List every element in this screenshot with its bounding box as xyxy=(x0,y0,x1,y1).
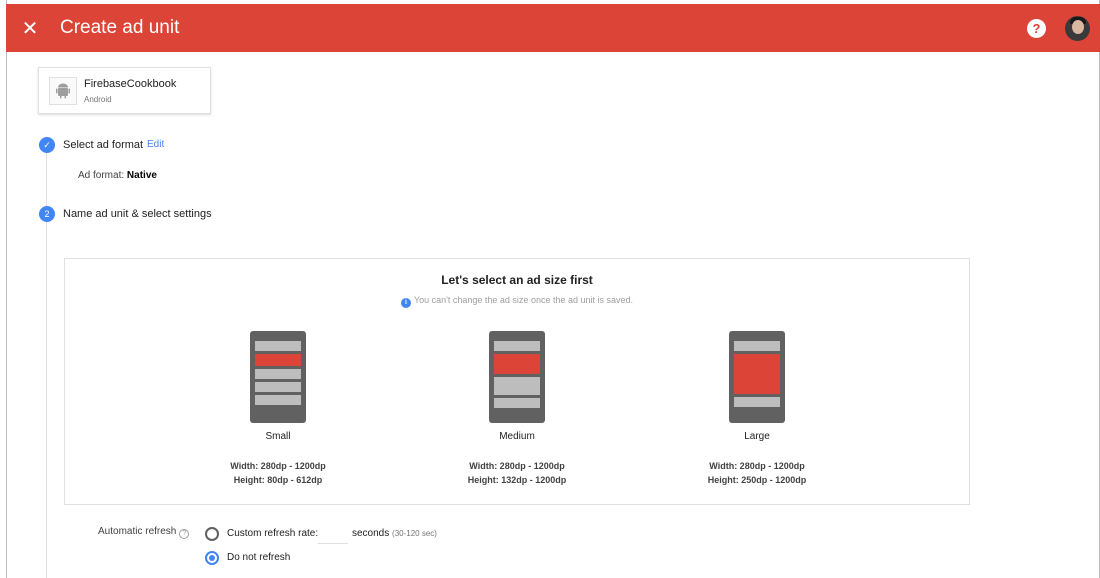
page-title: Create ad unit xyxy=(60,17,180,38)
step-complete-check-icon: ✓ xyxy=(39,137,55,153)
edit-format-link[interactable]: Edit xyxy=(147,139,164,150)
avatar-face xyxy=(1072,20,1084,34)
do-not-refresh-label: Do not refresh xyxy=(227,552,291,563)
app-card: FirebaseCookbook Android xyxy=(38,67,211,114)
automatic-refresh-text: Automatic refresh xyxy=(98,526,177,537)
option-label: Medium xyxy=(499,431,535,442)
option-dimensions: Width: 280dp - 1200dp Height: 80dp - 612… xyxy=(198,459,358,487)
content-block xyxy=(255,395,301,405)
option-label: Small xyxy=(265,431,291,442)
option-dimensions: Width: 280dp - 1200dp Height: 250dp - 12… xyxy=(677,459,837,487)
content-block xyxy=(734,397,780,407)
app-name: FirebaseCookbook xyxy=(84,78,177,90)
option-width: Width: 280dp - 1200dp xyxy=(230,461,326,471)
small-phone-preview-icon xyxy=(250,331,306,423)
option-height: Height: 250dp - 1200dp xyxy=(707,475,807,485)
seconds-text: seconds xyxy=(352,528,390,539)
option-dimensions: Width: 280dp - 1200dp Height: 132dp - 12… xyxy=(437,459,597,487)
ad-block xyxy=(255,354,301,366)
content-block xyxy=(494,398,540,408)
step-1-label: Select ad format xyxy=(63,139,144,151)
app-platform: Android xyxy=(84,95,112,104)
seconds-hint: (30-120 sec) xyxy=(392,529,437,538)
ad-size-option-large[interactable]: Large Width: 280dp - 1200dp Height: 250d… xyxy=(677,331,837,487)
ad-size-panel: Let's select an ad size first i You can't… xyxy=(64,258,970,505)
medium-phone-preview-icon xyxy=(489,331,545,423)
custom-refresh-label: Custom refresh rate: xyxy=(227,528,319,539)
content-block xyxy=(494,341,540,351)
content-block xyxy=(255,382,301,392)
large-phone-preview-icon xyxy=(729,331,785,423)
ad-block xyxy=(494,354,540,374)
avatar[interactable] xyxy=(1065,16,1090,41)
android-icon xyxy=(49,77,77,105)
content-block xyxy=(494,377,540,395)
ad-size-title: Let's select an ad size first xyxy=(441,273,593,287)
option-width: Width: 280dp - 1200dp xyxy=(469,461,565,471)
content-block xyxy=(255,369,301,379)
ad-size-option-small[interactable]: Small Width: 280dp - 1200dp Height: 80dp… xyxy=(198,331,358,487)
content-block xyxy=(255,341,301,351)
automatic-refresh-label: Automatic refresh? xyxy=(98,526,190,539)
option-width: Width: 280dp - 1200dp xyxy=(709,461,805,471)
header-bar: ✕ Create ad unit ? xyxy=(6,4,1100,52)
help-icon[interactable]: ? xyxy=(1027,19,1046,38)
ad-size-note: i You can't change the ad size once the a… xyxy=(65,295,969,308)
close-icon[interactable]: ✕ xyxy=(10,4,50,52)
ad-size-note-text: You can't change the ad size once the ad… xyxy=(413,295,634,305)
option-height: Height: 80dp - 612dp xyxy=(233,475,323,485)
ad-format-summary: Ad format: Native xyxy=(78,170,157,181)
step-2-number: 2 xyxy=(39,206,55,222)
question-icon[interactable]: ? xyxy=(179,529,190,539)
step-2-label: Name ad unit & select settings xyxy=(63,208,212,220)
content-block xyxy=(734,341,780,351)
ad-size-option-medium[interactable]: Medium Width: 280dp - 1200dp Height: 132… xyxy=(437,331,597,487)
seconds-label: seconds (30-120 sec) xyxy=(352,528,437,539)
refresh-seconds-input[interactable] xyxy=(318,522,348,544)
option-label: Large xyxy=(744,431,770,442)
ad-block xyxy=(734,354,780,394)
do-not-refresh-radio[interactable] xyxy=(205,551,219,565)
ad-format-value: Native xyxy=(126,170,157,181)
ad-format-prefix: Ad format: xyxy=(78,170,125,181)
option-height: Height: 132dp - 1200dp xyxy=(467,475,567,485)
custom-refresh-radio[interactable] xyxy=(205,527,219,541)
info-icon: i xyxy=(400,298,411,308)
